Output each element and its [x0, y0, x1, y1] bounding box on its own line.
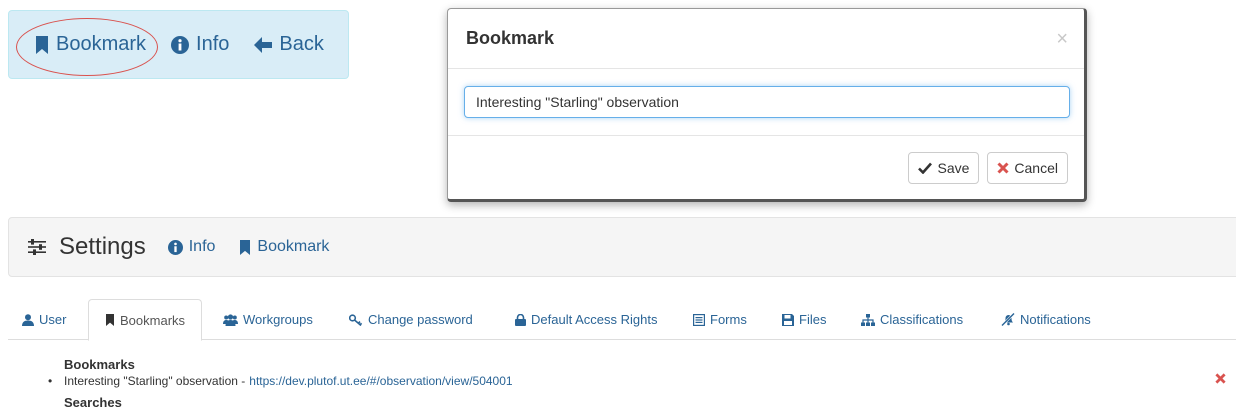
- top-toolbar: Bookmark Info Back: [8, 10, 349, 79]
- settings-header: Settings Info Bookmark: [8, 217, 1236, 277]
- key-icon: [349, 313, 363, 326]
- tab-bookmarks[interactable]: Bookmarks: [88, 299, 203, 341]
- settings-bookmark-label: Bookmark: [257, 238, 330, 255]
- save-icon: [782, 313, 794, 326]
- tab-label: Change password: [368, 312, 473, 327]
- check-icon: [918, 162, 933, 174]
- tab-user[interactable]: User: [22, 299, 66, 340]
- tab-forms[interactable]: Forms: [693, 299, 747, 340]
- delete-bookmark-icon[interactable]: [1215, 373, 1226, 384]
- info-button-label: Info: [196, 33, 230, 55]
- tab-workgroups[interactable]: Workgroups: [223, 299, 313, 340]
- tab-label: Notifications: [1020, 312, 1091, 327]
- list-icon: [693, 313, 705, 326]
- modal-body: [448, 69, 1084, 136]
- group-icon: [223, 313, 238, 326]
- bookmark-icon: [106, 314, 114, 326]
- tab-classifications[interactable]: Classifications: [861, 299, 963, 340]
- settings-tabs: User Bookmarks Workgroups Change passwor…: [8, 299, 1236, 341]
- back-button[interactable]: Back: [254, 33, 324, 56]
- save-button[interactable]: Save: [908, 152, 980, 184]
- info-icon: [171, 35, 190, 54]
- settings-info-label: Info: [188, 238, 216, 255]
- tab-label: Bookmarks: [120, 312, 186, 328]
- bookmark-button-label: Bookmark: [56, 33, 147, 55]
- tab-label: Classifications: [880, 312, 964, 327]
- bell-slash-icon: [1001, 313, 1015, 326]
- settings-bookmark-link[interactable]: Bookmark: [239, 238, 329, 256]
- settings-info-link[interactable]: Info: [167, 238, 216, 256]
- list-item: Interesting "Starling" observation - htt…: [8, 374, 513, 388]
- tab-label: Files: [799, 312, 827, 327]
- arrow-left-icon: [254, 36, 273, 53]
- tab-files[interactable]: Files: [782, 299, 826, 340]
- bookmark-button[interactable]: Bookmark: [35, 33, 146, 56]
- bookmarks-heading: Bookmarks: [64, 357, 135, 372]
- tab-label: Default Access Rights: [531, 312, 658, 327]
- tab-default-access-rights[interactable]: Default Access Rights: [515, 299, 657, 340]
- modal-title: Bookmark: [466, 28, 555, 48]
- bookmark-icon: [36, 35, 48, 54]
- modal-header: Bookmark ×: [448, 9, 1084, 69]
- back-button-label: Back: [279, 33, 324, 55]
- tab-change-password[interactable]: Change password: [349, 299, 473, 340]
- cancel-button-label: Cancel: [1014, 160, 1058, 176]
- user-icon: [22, 313, 34, 326]
- tab-label: Forms: [710, 312, 747, 327]
- bookmark-name-input[interactable]: [464, 86, 1070, 118]
- bookmark-item-link[interactable]: https://dev.plutof.ut.ee/#/observation/v…: [249, 374, 512, 388]
- lock-icon: [515, 313, 526, 326]
- bookmark-modal: Bookmark × Save Cancel: [447, 8, 1087, 202]
- close-icon: [997, 162, 1009, 174]
- info-icon: [167, 239, 183, 255]
- save-button-label: Save: [937, 160, 970, 176]
- modal-footer: Save Cancel: [448, 136, 1084, 184]
- page-title: Settings: [59, 233, 146, 260]
- searches-heading: Searches: [64, 395, 122, 410]
- cancel-button[interactable]: Cancel: [987, 152, 1068, 184]
- tab-notifications[interactable]: Notifications: [1001, 299, 1091, 340]
- bookmarks-panel: Bookmarks • Interesting "Starling" obser…: [8, 340, 1236, 414]
- sliders-icon: [28, 239, 46, 255]
- bookmark-item-text: Interesting "Starling" observation -: [64, 374, 246, 388]
- sitemap-icon: [861, 313, 875, 326]
- close-icon[interactable]: ×: [1056, 29, 1068, 49]
- info-button[interactable]: Info: [171, 33, 229, 56]
- tab-label: Workgroups: [243, 312, 313, 327]
- tab-label: User: [39, 312, 67, 327]
- bookmark-icon: [240, 239, 251, 255]
